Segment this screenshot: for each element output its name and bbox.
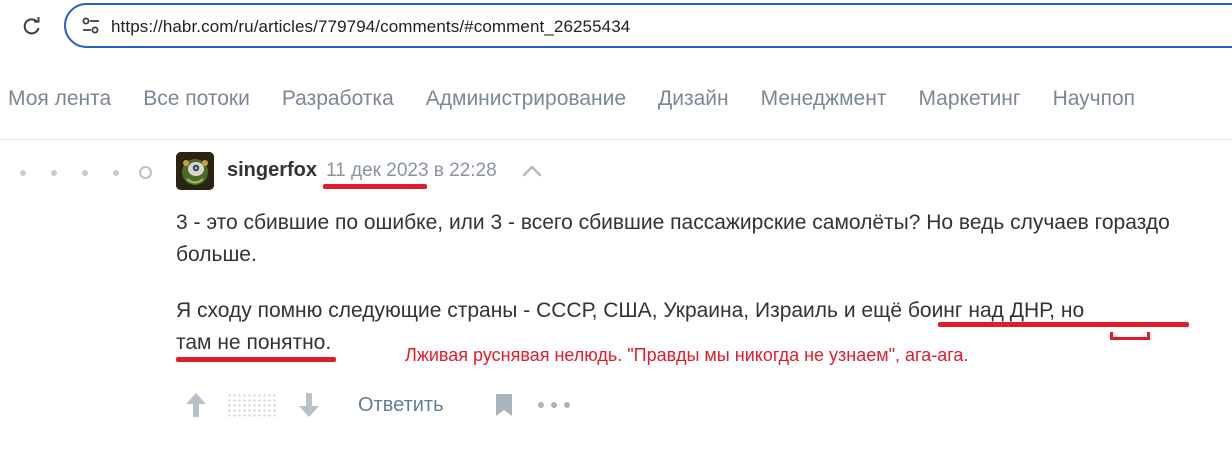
- comment-paragraph: 3 - это сбившие по ошибке, или 3 - всего…: [176, 211, 1170, 266]
- thread-current-ring: [139, 166, 152, 179]
- reply-button[interactable]: Ответить: [358, 394, 444, 417]
- tune-icon[interactable]: [80, 15, 102, 37]
- url-text[interactable]: https://habr.com/ru/articles/779794/comm…: [111, 17, 630, 37]
- red-annotation-underline: [176, 357, 336, 362]
- nav-item-popsci[interactable]: Научпоп: [1053, 87, 1135, 111]
- chevron-up-icon[interactable]: [521, 160, 543, 182]
- arrow-down-icon[interactable]: [297, 390, 321, 420]
- highlighted-text: ещё боинг над ДНР, но: [861, 299, 1085, 322]
- more-icon[interactable]: [538, 393, 570, 417]
- arrow-up-icon[interactable]: [184, 390, 208, 420]
- address-bar[interactable]: https://habr.com/ru/articles/779794/comm…: [64, 3, 1232, 48]
- nav-item-administration[interactable]: Администрирование: [426, 87, 626, 111]
- red-annotation-text: Лживая руснявая нелюдь. "Правды мы никог…: [405, 345, 969, 365]
- nav-item-design[interactable]: Дизайн: [658, 87, 729, 111]
- highlighted-text: там не понятно: [176, 331, 326, 354]
- red-annotation-underline: [1110, 332, 1150, 340]
- nav-item-marketing[interactable]: Маркетинг: [918, 87, 1020, 111]
- more-dot: [564, 402, 570, 408]
- comment-timestamp[interactable]: 11 дек 2023 в 22:28: [326, 160, 497, 182]
- red-annotation-underline: [938, 322, 1189, 327]
- vote-score-hidden: [227, 393, 277, 417]
- more-dot: [538, 402, 544, 408]
- thread-depth-indicator: [20, 166, 152, 179]
- comment-body: 3 - это сбившие по ошибке, или 3 - всего…: [176, 207, 1216, 359]
- comment-time[interactable]: в 22:28: [429, 160, 497, 181]
- comment-author[interactable]: singerfox: [227, 159, 317, 182]
- thread-dot: [113, 169, 119, 176]
- nav-item-all-streams[interactable]: Все потоки: [143, 87, 250, 111]
- comment-text: Я сходу помню следующие страны - СССР, С…: [176, 299, 862, 322]
- thread-dot: [51, 169, 57, 176]
- thread-dot: [82, 169, 88, 176]
- red-annotation-underline: [323, 184, 427, 189]
- hub-navigation: Моя лента Все потоки Разработка Админист…: [0, 64, 1232, 140]
- reload-icon[interactable]: [18, 12, 46, 40]
- nav-item-my-feed[interactable]: Моя лента: [8, 87, 111, 111]
- bookmark-icon[interactable]: [494, 393, 514, 417]
- thread-dot: [20, 169, 26, 176]
- comment-text: .: [325, 331, 332, 354]
- comment-date[interactable]: 11 дек 2023: [326, 160, 429, 181]
- more-dot: [551, 402, 557, 408]
- browser-toolbar: https://habr.com/ru/articles/779794/comm…: [0, 0, 1232, 56]
- nav-item-management[interactable]: Менеджмент: [761, 87, 887, 111]
- nav-item-development[interactable]: Разработка: [282, 87, 394, 111]
- avatar[interactable]: [176, 152, 214, 190]
